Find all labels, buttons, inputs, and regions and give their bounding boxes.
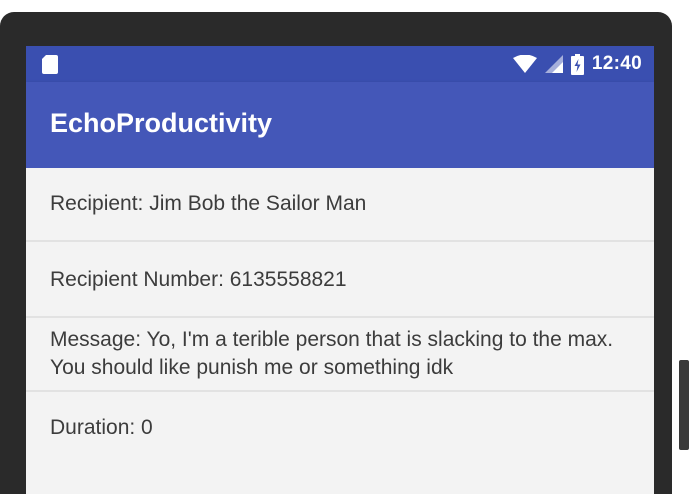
cell-signal-icon [544,55,563,73]
status-clock: 12:40 [591,53,642,74]
message-row: Message: Yo, I'm a terible person that i… [26,318,654,392]
phone-side-button [679,360,689,450]
wifi-icon [512,55,537,73]
app-bar: EchoProductivity [26,82,654,168]
details-list: Recipient: Jim Bob the Sailor Man Recipi… [26,168,654,472]
app-title: EchoProductivity [50,108,273,138]
sd-card-icon [42,55,58,74]
duration-row: Duration: 0 [26,392,654,472]
recipient-number-row: Recipient Number: 6135558821 [26,242,654,318]
battery-icon [570,53,584,75]
device-frame: 12:40 EchoProductivity Recipient: Jim Bo… [0,0,695,494]
status-bar: 12:40 [26,46,654,82]
status-icons: 12:40 [512,46,642,82]
phone-screen: 12:40 EchoProductivity Recipient: Jim Bo… [26,46,654,494]
recipient-row: Recipient: Jim Bob the Sailor Man [26,168,654,242]
